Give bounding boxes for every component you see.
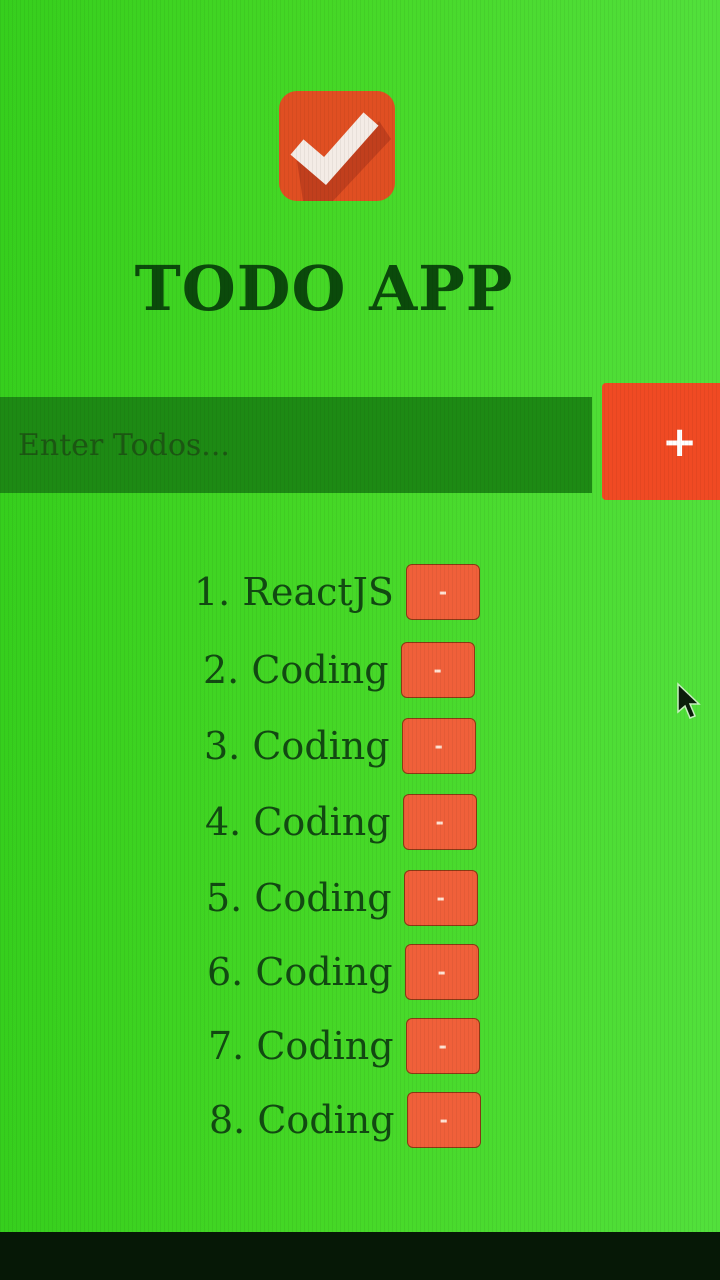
todo-item: 1. ReactJS - [194,564,480,620]
remove-todo-button[interactable]: - [406,1092,481,1148]
todo-item: 2. Coding - [203,642,475,698]
app-title: TODO APP [134,252,514,325]
mouse-pointer-icon [676,682,702,724]
todo-input[interactable] [0,397,592,493]
remove-todo-button[interactable]: - [404,944,479,1000]
remove-todo-button[interactable]: - [403,870,478,926]
screen-bezel [0,1232,720,1280]
remove-todo-button[interactable]: - [405,564,480,620]
todo-text: 5. Coding [206,876,392,920]
todo-text: 2. Coding [203,648,389,692]
todo-item: 4. Coding - [205,794,477,850]
add-todo-button[interactable]: + [602,383,720,500]
app-screen: TODO APP + 1. ReactJS - 2. Coding - 3. C… [0,0,720,1232]
todo-item: 8. Coding - [209,1092,481,1148]
remove-todo-button[interactable]: - [402,794,477,850]
todo-text: 7. Coding [208,1024,394,1068]
todo-item: 6. Coding - [207,944,479,1000]
todo-item: 7. Coding - [208,1018,480,1074]
todo-text: 6. Coding [207,950,393,994]
todo-item: 5. Coding - [206,870,478,926]
todo-text: 4. Coding [205,800,391,844]
remove-todo-button[interactable]: - [401,718,476,774]
todo-item: 3. Coding - [204,718,476,774]
remove-todo-button[interactable]: - [400,642,475,698]
todo-text: 8. Coding [209,1098,395,1142]
todo-text: 3. Coding [204,724,390,768]
todo-text: 1. ReactJS [194,570,394,614]
checkmark-icon [279,91,395,201]
remove-todo-button[interactable]: - [405,1018,480,1074]
